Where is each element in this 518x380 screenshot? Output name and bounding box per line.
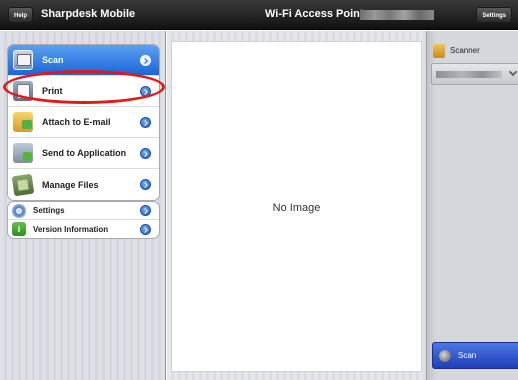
chevron-right-icon[interactable] <box>140 179 151 190</box>
chevron-right-icon[interactable] <box>140 54 151 66</box>
help-button[interactable]: Help <box>8 7 34 23</box>
settings-icon <box>12 203 26 218</box>
sidebar-item-label: Settings <box>33 206 65 215</box>
main-content-area: No Image <box>167 31 426 380</box>
scanner-select[interactable] <box>431 63 518 85</box>
sidebar-item-label: Scan <box>42 55 64 65</box>
chevron-right-icon[interactable] <box>140 116 151 128</box>
sidebar-item-label: Send to Application <box>42 148 127 158</box>
sidebar-item-send-to-application[interactable]: Send to Application <box>8 138 159 169</box>
mail-icon <box>13 112 33 132</box>
sidebar-item-settings[interactable]: Settings <box>8 202 159 220</box>
scan-button-label: Scan <box>458 351 477 360</box>
no-image-text: No Image <box>272 202 321 214</box>
chevron-right-icon[interactable] <box>140 223 151 235</box>
top-navigation-bar: Help Sharpdesk Mobile Wi-Fi Access Point… <box>0 0 518 30</box>
main-menu-group: Scan Print Attach to E-mail Send to Appl… <box>7 44 160 201</box>
sidebar-item-label: Attach to E-mail <box>42 117 111 127</box>
chevron-down-icon <box>508 67 518 77</box>
sidebar-item-attach-email[interactable]: Attach to E-mail <box>8 107 159 138</box>
scanner-name-redacted <box>436 71 502 78</box>
wifi-name-redacted <box>360 10 434 20</box>
wifi-access-point-label: Wi-Fi Access Point: <box>265 8 368 20</box>
sidebar-item-label: Version Information <box>33 224 109 234</box>
manage-files-icon <box>11 173 35 196</box>
settings-button[interactable]: Settings <box>476 7 512 23</box>
highlight-annotation-ellipse <box>3 70 165 104</box>
sidebar-item-label: Manage Files <box>42 179 99 190</box>
secondary-menu-group: Settings i Version Information <box>7 201 160 239</box>
sidebar-item-version-information[interactable]: i Version Information <box>8 220 159 238</box>
info-icon: i <box>12 222 26 236</box>
send-app-icon <box>13 143 33 163</box>
sidebar-item-manage-files[interactable]: Manage Files <box>8 169 159 200</box>
chevron-right-icon[interactable] <box>140 147 151 159</box>
scanner-panel: Scanner Scan <box>426 31 518 380</box>
scan-preview-pane: No Image <box>171 41 422 372</box>
app-title: Sharpdesk Mobile <box>41 8 136 20</box>
scan-button[interactable]: Scan <box>432 342 518 369</box>
scan-start-icon <box>439 350 451 362</box>
scan-icon <box>13 50 33 70</box>
scanner-label: Scanner <box>450 46 480 55</box>
scanner-icon <box>433 44 445 58</box>
chevron-right-icon[interactable] <box>140 205 151 216</box>
